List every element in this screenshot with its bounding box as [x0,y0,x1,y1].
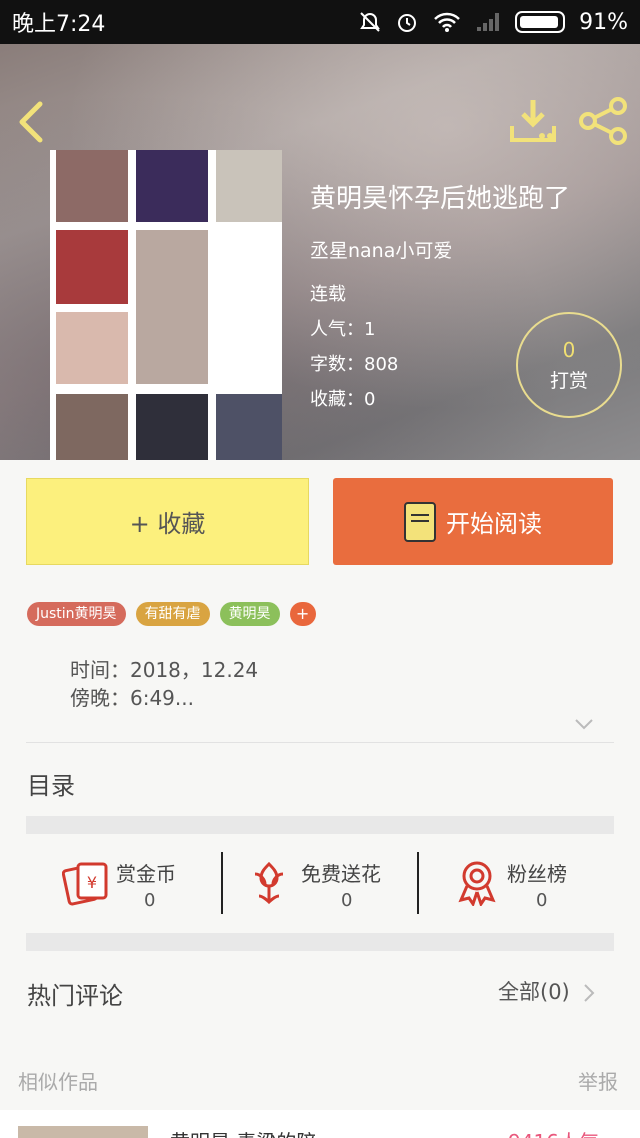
fan-ranking-item[interactable]: 粉丝榜 0 [419,852,614,914]
similar-work-title: 黄明昊 毒梁的陪 [170,1126,316,1138]
all-comments-link[interactable]: 全部(0) [498,976,596,1006]
back-arrow-icon [19,101,43,143]
hot-comments-title: 热门评论 [27,982,123,1010]
signal-icon [477,13,500,31]
status-time: 晚上7:24 [12,12,106,37]
svg-text:¥: ¥ [87,873,97,892]
book-title: 黄明昊怀孕后她逃跑了 [310,184,571,214]
reward-coins-item[interactable]: ¥ 赏金币 0 [26,852,221,914]
free-flower-value: 0 [341,890,353,911]
reward-count: 0 [562,338,576,362]
similar-works-title: 相似作品 [18,1070,98,1094]
divider [26,742,614,743]
book-author[interactable]: 丞星nana小可爱 [310,236,452,263]
cover-photo [56,230,128,304]
reward-button[interactable]: 0 打赏 [516,312,622,418]
battery-icon [515,11,566,33]
add-favorite-button[interactable]: + 收藏 [26,478,309,565]
reward-coins-value: 0 [144,890,156,911]
book-description: 时间：2018，12.24 傍晚：6:49... [70,656,258,712]
section-separator [26,933,614,951]
tag-item[interactable]: Justin黄明昊 [27,602,126,626]
cover-photo [136,394,208,460]
fan-ranking-value: 0 [536,890,548,911]
start-reading-label: 开始阅读 [446,510,542,538]
start-reading-button[interactable]: 开始阅读 [333,478,613,565]
book-popularity: 人气：1 [310,319,376,340]
cover-photo [136,150,208,222]
flower-icon [254,861,284,905]
cover-photo [136,230,208,384]
free-flower-item[interactable]: 免费送花 0 [223,852,418,914]
back-button[interactable] [16,100,52,144]
cover-photo [56,312,128,384]
alarm-icon [398,14,417,32]
tag-item[interactable]: 黄明昊 [219,602,280,626]
wifi-icon [434,12,460,32]
description-line: 傍晚：6:49... [70,686,194,710]
add-tag-button[interactable]: + [289,602,316,626]
similar-work-popularity: 9416人气 [508,1126,599,1138]
all-comments-label: 全部(0) [498,980,570,1004]
book-status: 连载 [310,284,346,305]
book-word-count: 字数：808 [310,354,399,375]
share-button[interactable] [578,96,630,146]
cover-photo [216,150,282,222]
free-flower-label: 免费送花 [301,862,381,886]
chevron-right-icon [584,984,595,1002]
medal-icon [458,861,496,906]
battery-percent: 91% [579,9,628,35]
expand-chevron-icon[interactable] [574,714,594,734]
support-stats: ¥ 赏金币 0 免费送花 0 粉丝榜 0 [26,852,614,914]
book-favorites: 收藏：0 [310,389,376,410]
description-line: 时间：2018，12.24 [70,658,259,682]
red-envelope-icon: ¥ [62,862,108,906]
cover-photo [216,394,282,460]
book-icon [404,501,436,542]
reward-label: 打赏 [549,370,588,392]
catalog-title[interactable]: 目录 [27,766,75,801]
tag-list: Justin黄明昊 有甜有虐 黄明昊 + [27,602,316,626]
similar-work-cover [18,1126,148,1138]
mute-notification-icon [360,12,380,32]
section-separator [26,816,614,834]
download-button[interactable] [508,96,558,146]
book-hero: 黄明昊怀孕后她逃跑了 丞星nana小可爱 连载 人气：1 字数：808 收藏：0… [0,44,640,460]
share-icon [579,97,627,145]
fan-ranking-label: 粉丝榜 [507,862,567,886]
book-cover[interactable] [50,150,282,460]
report-link[interactable]: 举报 [578,1066,618,1095]
download-icon [510,100,556,142]
status-bar: 晚上7:24 91% [0,0,640,44]
tag-item[interactable]: 有甜有虐 [135,602,210,626]
reward-coins-label: 赏金币 [116,862,176,886]
cover-photo [56,394,128,460]
cover-photo [56,150,128,222]
